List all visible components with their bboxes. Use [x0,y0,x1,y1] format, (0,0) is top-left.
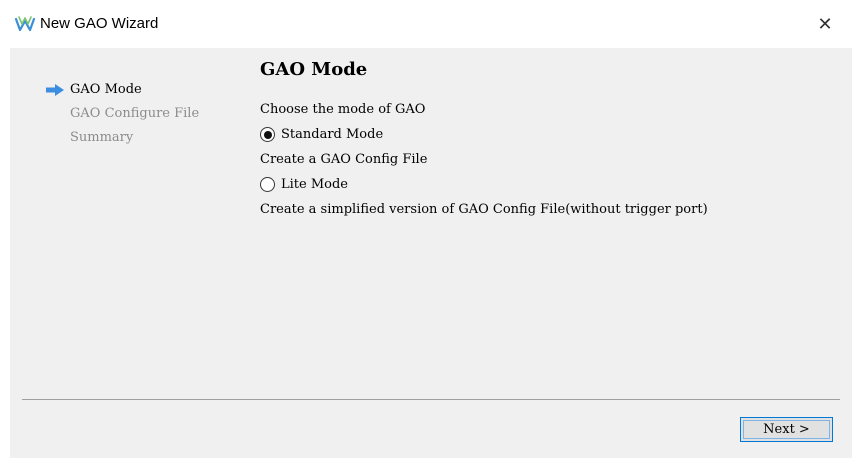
step-content: GAO Mode Choose the mode of GAO Standard… [260,56,708,222]
nav-step-gao-configure-file[interactable]: GAO Configure File [42,103,199,127]
close-icon: ✕ [817,13,833,35]
window-title: New GAO Wizard [40,15,159,32]
title-bar: New GAO Wizard ✕ [0,0,865,48]
standard-mode-description: Create a GAO Config File [260,152,428,167]
wizard-body: GAO Mode GAO Configure File Summary GAO … [10,48,852,458]
wizard-steps-nav: GAO Mode GAO Configure File Summary [42,79,199,151]
arrow-right-icon [46,84,64,96]
nav-step-label: GAO Mode [70,82,142,97]
page-title: GAO Mode [260,59,368,80]
focus-ring [743,420,830,439]
nav-step-gao-mode[interactable]: GAO Mode [42,79,199,103]
lite-mode-label: Lite Mode [281,177,348,192]
nav-step-summary[interactable]: Summary [42,127,199,151]
gowin-logo-icon [14,16,36,32]
nav-step-label: Summary [70,130,134,145]
standard-mode-label: Standard Mode [281,127,384,142]
wizard-window: New GAO Wizard ✕ GAO Mode GAO Configure … [0,0,865,467]
lite-mode-description: Create a simplified version of GAO Confi… [260,202,708,217]
lite-mode-radio[interactable]: Lite Mode [260,172,708,197]
standard-mode-radio[interactable]: Standard Mode [260,122,708,147]
footer-divider [22,399,840,400]
radio-checked-icon[interactable] [260,127,275,142]
radio-unchecked-icon[interactable] [260,177,275,192]
mode-prompt: Choose the mode of GAO [260,102,426,117]
nav-step-label: GAO Configure File [70,106,200,121]
next-button[interactable]: Next > [740,417,833,442]
close-button[interactable]: ✕ [808,10,842,38]
